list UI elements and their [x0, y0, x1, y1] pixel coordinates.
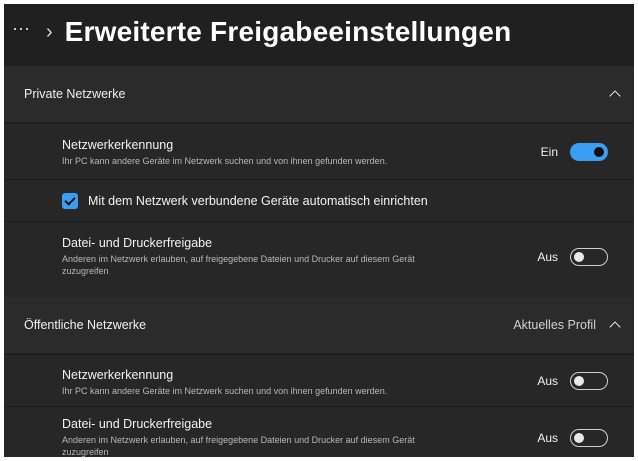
- toggle-state-label: Aus: [537, 250, 558, 264]
- setting-row-auto-setup: Mit dem Netzwerk verbundene Geräte autom…: [4, 179, 634, 221]
- setting-description: Ihr PC kann andere Geräte im Netzwerk su…: [62, 386, 388, 396]
- settings-window: ⋯ › Erweiterte Freigabeeinstellungen Pri…: [4, 4, 634, 457]
- setting-row-public-discovery: Netzwerkerkennung Ihr PC kann andere Ger…: [4, 354, 634, 406]
- setting-row-private-sharing: Datei- und Druckerfreigabe Anderen im Ne…: [4, 221, 634, 297]
- section-title: Öffentliche Netzwerke: [24, 318, 147, 332]
- breadcrumb-chevron-icon: ›: [46, 20, 53, 43]
- network-discovery-toggle[interactable]: [570, 143, 608, 161]
- toggle-state-label: Aus: [537, 431, 558, 445]
- toggle-knob: [594, 147, 604, 157]
- setting-description: Ihr PC kann andere Geräte im Netzwerk su…: [62, 156, 388, 166]
- page-header: ⋯ › Erweiterte Freigabeeinstellungen: [4, 4, 634, 60]
- setting-label: Netzwerkerkennung: [62, 138, 174, 152]
- section-public-networks[interactable]: Öffentliche Netzwerke Aktuelles Profil: [4, 297, 634, 353]
- setting-description-line-1: Anderen im Netzwerk erlauben, auf freige…: [62, 254, 415, 264]
- file-printer-sharing-toggle[interactable]: [570, 429, 608, 447]
- network-discovery-toggle[interactable]: [570, 372, 608, 390]
- toggle-state-label: Aus: [537, 374, 558, 388]
- setting-description-line-1: Anderen im Netzwerk erlauben, auf freige…: [62, 435, 415, 445]
- checkbox-label: Mit dem Netzwerk verbundene Geräte autom…: [88, 194, 428, 208]
- setting-row-private-discovery: Netzwerkerkennung Ihr PC kann andere Ger…: [4, 123, 634, 179]
- page-title: Erweiterte Freigabeeinstellungen: [64, 16, 512, 47]
- section-title: Private Netzwerke: [24, 87, 126, 101]
- toggle-knob: [574, 432, 584, 443]
- setting-description-line-2: zuzugreifen: [62, 266, 109, 276]
- section-private-networks[interactable]: Private Netzwerke: [4, 66, 634, 122]
- setting-description-line-2: zuzugreifen: [62, 447, 109, 457]
- toggle-knob: [574, 251, 584, 262]
- more-icon[interactable]: ⋯: [12, 19, 32, 40]
- setting-label: Datei- und Druckerfreigabe: [62, 417, 213, 431]
- toggle-state-label: Ein: [540, 145, 558, 159]
- setting-row-public-sharing: Datei- und Druckerfreigabe Anderen im Ne…: [4, 406, 634, 457]
- auto-setup-checkbox[interactable]: [62, 193, 78, 209]
- chevron-up-icon[interactable]: [608, 318, 622, 332]
- setting-label: Netzwerkerkennung: [62, 368, 174, 382]
- current-profile-label: Aktuelles Profil: [513, 318, 596, 332]
- chevron-up-icon[interactable]: [608, 87, 622, 101]
- toggle-knob: [574, 375, 584, 386]
- setting-label: Datei- und Druckerfreigabe: [62, 236, 213, 250]
- file-printer-sharing-toggle[interactable]: [570, 248, 608, 266]
